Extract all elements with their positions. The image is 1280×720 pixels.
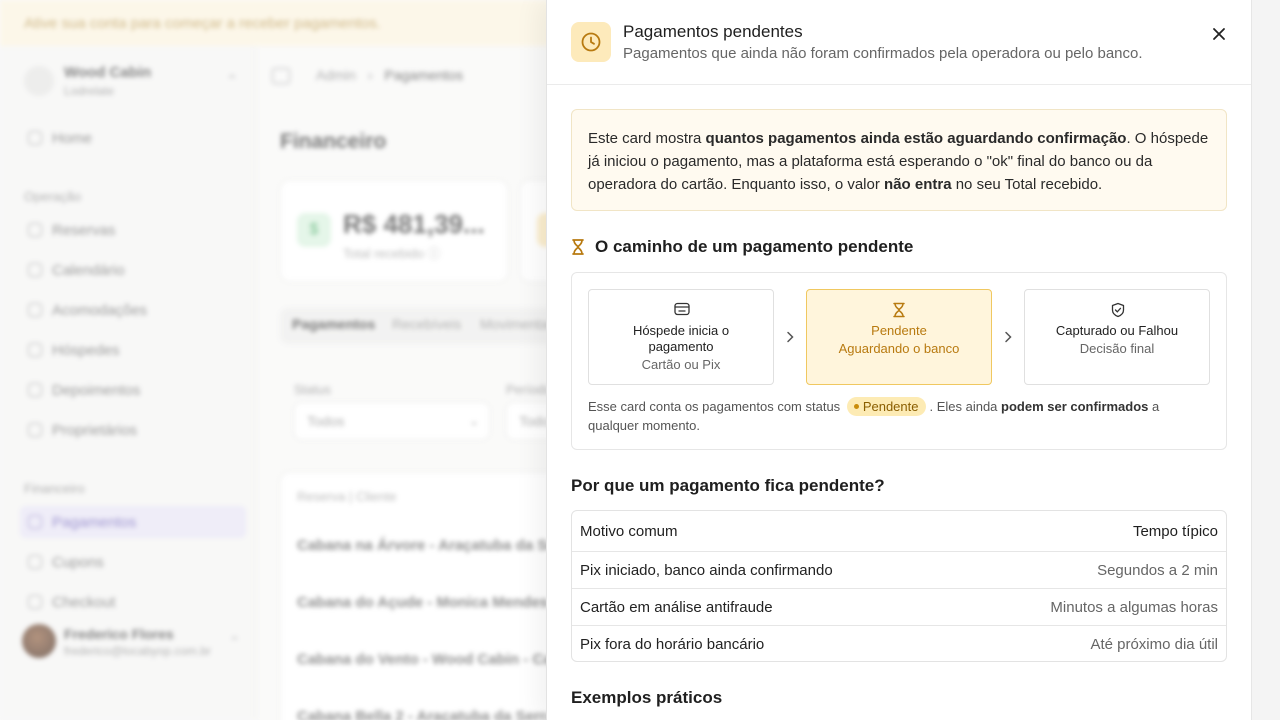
step-subtitle: Cartão ou Pix: [641, 357, 721, 372]
table-row: Pix fora do horário bancário Até próximo…: [572, 625, 1226, 661]
step-final: Capturado ou Falhou Decisão final: [1024, 289, 1210, 385]
chevron-right-icon: [787, 331, 794, 343]
hourglass-icon: [572, 239, 584, 255]
chevron-right-icon: [1005, 331, 1012, 343]
cell-tempo: Minutos a algumas horas: [1050, 599, 1218, 616]
drawer-subtitle: Pagamentos que ainda não foram confirmad…: [623, 45, 1143, 62]
step-title: Capturado ou Falhou: [1055, 323, 1179, 338]
flow-card: Hóspede inicia o pagamento Cartão ou Pix…: [571, 272, 1227, 450]
intro-text: Este card mostra: [588, 130, 706, 147]
examples-section-title: Exemplos práticos: [571, 688, 723, 707]
cell-motivo: Cartão em análise antifraude: [580, 599, 773, 616]
table-row: Pix iniciado, banco ainda confirmando Se…: [572, 551, 1226, 588]
status-badge-label: Pendente: [862, 399, 919, 414]
scrollbar[interactable]: [1251, 0, 1280, 720]
reasons-section-title: Por que um pagamento fica pendente?: [571, 476, 885, 495]
status-badge: Pendente: [846, 397, 927, 416]
step-subtitle: Aguardando o banco: [838, 341, 960, 356]
cell-motivo: Pix iniciado, banco ainda confirmando: [580, 562, 833, 579]
table-row: Cartão em análise antifraude Minutos a a…: [572, 588, 1226, 625]
cell-tempo: Até próximo dia útil: [1090, 636, 1218, 653]
note-text: . Eles ainda: [929, 399, 1002, 414]
table-header-row: Motivo comum Tempo típico: [572, 511, 1226, 551]
cell-motivo: Pix fora do horário bancário: [580, 636, 765, 653]
status-dot-icon: [853, 404, 859, 409]
flow-title-text: O caminho de um pagamento pendente: [595, 237, 914, 256]
reasons-table: Motivo comum Tempo típico Pix iniciado, …: [571, 510, 1227, 662]
close-icon: [1213, 28, 1225, 40]
note-bold: podem ser confirmados: [1001, 399, 1149, 414]
step-inicia: Hóspede inicia o pagamento Cartão ou Pix: [588, 289, 774, 385]
header-divider: [547, 84, 1251, 85]
hourglass-icon: [893, 302, 905, 318]
clock-icon: [571, 22, 611, 62]
drawer-title: Pagamentos pendentes: [623, 22, 803, 41]
note-text: Esse card conta os pagamentos com status: [588, 399, 844, 414]
step-title: Pendente: [871, 323, 927, 338]
step-title: Hóspede inicia o pagamento: [632, 323, 730, 354]
shield-check-icon: [1111, 302, 1125, 318]
step-subtitle: Decisão final: [1079, 341, 1155, 356]
cell-tempo: Segundos a 2 min: [1097, 562, 1218, 579]
flow-section-title: O caminho de um pagamento pendente: [571, 237, 913, 257]
wallet-icon: [674, 302, 690, 316]
flow-note: Esse card conta os pagamentos com status…: [588, 397, 1212, 435]
intro-bold: não entra: [884, 176, 952, 193]
intro-text: no seu Total recebido.: [951, 176, 1103, 193]
header-motivo: Motivo comum: [580, 523, 678, 540]
header-tempo: Tempo típico: [1132, 523, 1218, 540]
intro-bold: quantos pagamentos ainda estão aguardand…: [705, 130, 1127, 147]
pending-payments-drawer: Pagamentos pendentes Pagamentos que aind…: [546, 0, 1251, 720]
intro-callout: Este card mostra quantos pagamentos aind…: [571, 109, 1227, 211]
close-button[interactable]: [1207, 22, 1231, 46]
step-pendente: Pendente Aguardando o banco: [806, 289, 992, 385]
